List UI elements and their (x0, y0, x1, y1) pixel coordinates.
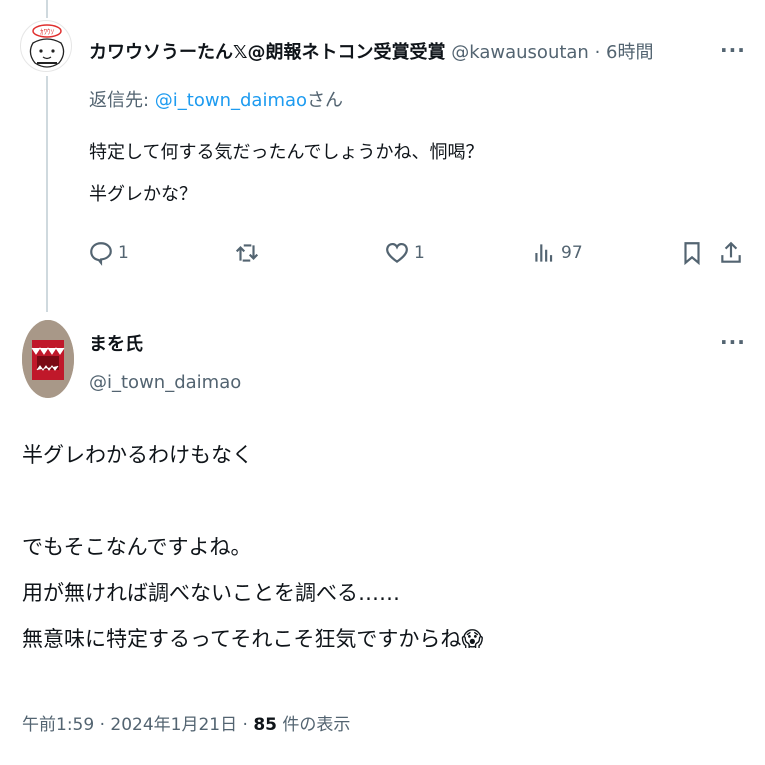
heart-icon (386, 243, 408, 263)
tweet1-text-line1: 特定して何する気だったんでしょうかね、恫喝？ (89, 142, 484, 163)
reply-suffix: さん (307, 90, 344, 111)
reply-handle-link[interactable]: @i_town_daimao (155, 90, 307, 111)
red-box-monster-avatar-icon (22, 320, 74, 398)
retweet-icon (235, 244, 259, 262)
reply-prefix: 返信先: (89, 90, 155, 111)
bookmark-button[interactable] (679, 240, 705, 266)
reply-icon (90, 242, 112, 266)
reply-to: 返信先: @i_town_daimaoさん (89, 86, 343, 112)
view-count: 85 (253, 715, 277, 735)
display-name[interactable]: カワウソうーたん𝕏@朗報ネトコン受賞受賞 (89, 42, 446, 63)
handle-time[interactable]: @kawausoutan · 6時間 (451, 42, 653, 63)
display-name[interactable]: まを氏 (89, 330, 143, 356)
thread-line (46, 76, 48, 312)
tweet-meta: 午前1:59 · 2024年1月21日 · 85 件の表示 (22, 710, 350, 735)
like-button[interactable]: 1 (384, 240, 425, 266)
views-button[interactable]: 97 (531, 240, 583, 266)
avatar-text: ｶﾜｳｿ (40, 28, 54, 36)
reply-button[interactable]: 1 (88, 240, 129, 266)
views-count: 97 (561, 243, 583, 263)
views-chart-icon (535, 244, 553, 262)
more-options-icon[interactable]: ··· (720, 330, 746, 354)
reply-count: 1 (118, 243, 129, 263)
avatar[interactable]: ｶﾜｳｿ (20, 20, 72, 72)
handle[interactable]: @i_town_daimao (89, 372, 241, 393)
tweet1-header: カワウソうーたん𝕏@朗報ネトコン受賞受賞 @kawausoutan · 6時間 (89, 38, 653, 64)
thread-line-top (46, 0, 48, 18)
view-label: 件の表示 (276, 715, 351, 735)
more-options-icon[interactable]: ··· (720, 38, 746, 62)
share-icon (721, 241, 741, 263)
like-count: 1 (414, 243, 425, 263)
tweet1-text: 特定して何する気だったんでしょうかね、恫喝？ 半グレかな？ (89, 132, 484, 216)
bookmark-icon (684, 242, 700, 266)
share-button[interactable] (718, 240, 744, 266)
retweet-button[interactable] (234, 240, 264, 266)
timestamp[interactable]: 午前1:59 · 2024年1月21日 · (22, 715, 253, 735)
tweet1-text-line2: 半グレかな？ (89, 184, 197, 205)
tweet2-text: 半グレわかるわけもなく でもそこなんですよね。 用が無ければ調べないことを調べる… (22, 443, 484, 651)
otter-avatar-icon: ｶﾜｳｿ (29, 24, 65, 68)
avatar[interactable] (22, 320, 74, 398)
